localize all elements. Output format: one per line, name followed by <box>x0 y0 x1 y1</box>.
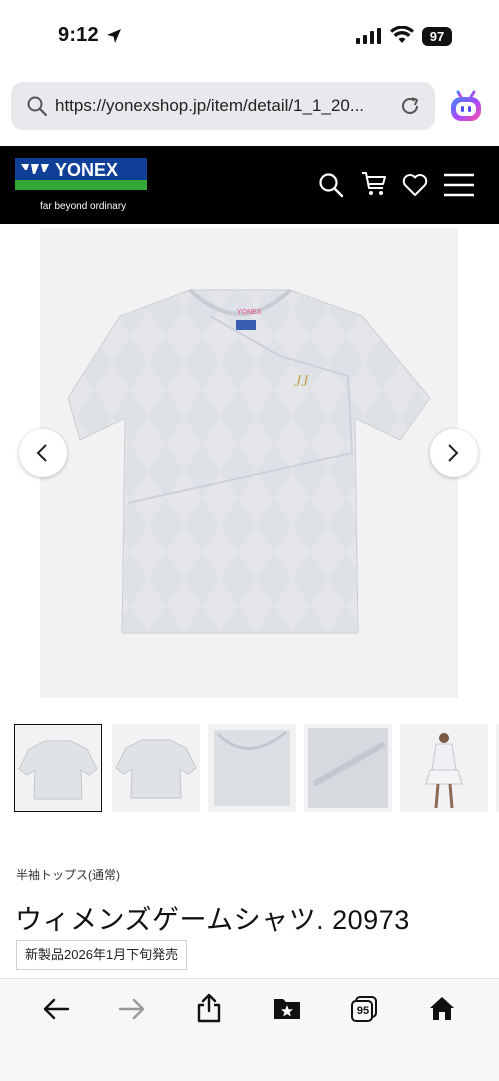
chevron-left-icon <box>36 444 47 462</box>
product-title: ウィメンズゲームシャツ. 20973 <box>15 905 410 935</box>
shirt-illustration: YONEX JJ <box>67 288 431 634</box>
brand-tagline: far beyond ordinary <box>40 201 127 212</box>
release-badge: 新製品2026年1月下旬発売 <box>16 940 188 970</box>
home-icon[interactable] <box>428 995 456 1021</box>
thumbnail-2[interactable] <box>112 724 200 812</box>
thumbnail-1[interactable] <box>14 724 102 812</box>
search-icon <box>27 96 47 116</box>
wifi-icon <box>390 26 414 43</box>
brand-text: YONEX <box>55 160 118 180</box>
status-time: 9:12 <box>58 24 99 46</box>
extension-bot-icon[interactable] <box>448 88 484 124</box>
svg-text:JJ: JJ <box>294 373 309 390</box>
thumbnail-5[interactable] <box>400 724 488 812</box>
prev-image-button[interactable] <box>19 429 67 477</box>
signal-icon <box>356 28 381 44</box>
svg-text:YONEX: YONEX <box>237 309 262 316</box>
thumbnail-strip <box>14 724 499 814</box>
chevron-right-icon <box>448 444 459 462</box>
url-text[interactable]: https://yonexshop.jp/item/detail/1_1_20.… <box>55 96 364 116</box>
cart-icon[interactable] <box>360 170 388 198</box>
back-arrow-icon[interactable] <box>42 997 70 1021</box>
heart-icon[interactable] <box>402 173 428 197</box>
reload-icon[interactable] <box>399 95 421 117</box>
search-icon[interactable] <box>318 172 344 198</box>
next-image-button[interactable] <box>430 429 478 477</box>
thumbnail-3[interactable] <box>208 724 296 812</box>
forward-arrow-icon[interactable] <box>118 997 146 1021</box>
status-bar: 9:12 97 <box>0 0 499 78</box>
browser-toolbar: 95 <box>0 978 499 1081</box>
bookmarks-folder-icon[interactable] <box>272 995 302 1021</box>
thumbnail-4[interactable] <box>304 724 392 812</box>
product-category: 半袖トップス(通常) <box>16 868 120 882</box>
battery-indicator: 97 <box>422 27 452 46</box>
share-icon[interactable] <box>196 993 222 1023</box>
tabs-count: 95 <box>356 1005 370 1017</box>
tabs-button[interactable]: 95 <box>350 995 378 1023</box>
address-bar[interactable]: https://yonexshop.jp/item/detail/1_1_20.… <box>11 82 435 130</box>
menu-icon[interactable] <box>443 173 475 197</box>
product-main-image[interactable]: YONEX JJ <box>40 228 458 698</box>
location-arrow-icon <box>107 29 121 43</box>
site-header: YONEX far beyond ordinary <box>0 146 499 224</box>
yonex-logo[interactable]: YONEX <box>15 158 147 190</box>
